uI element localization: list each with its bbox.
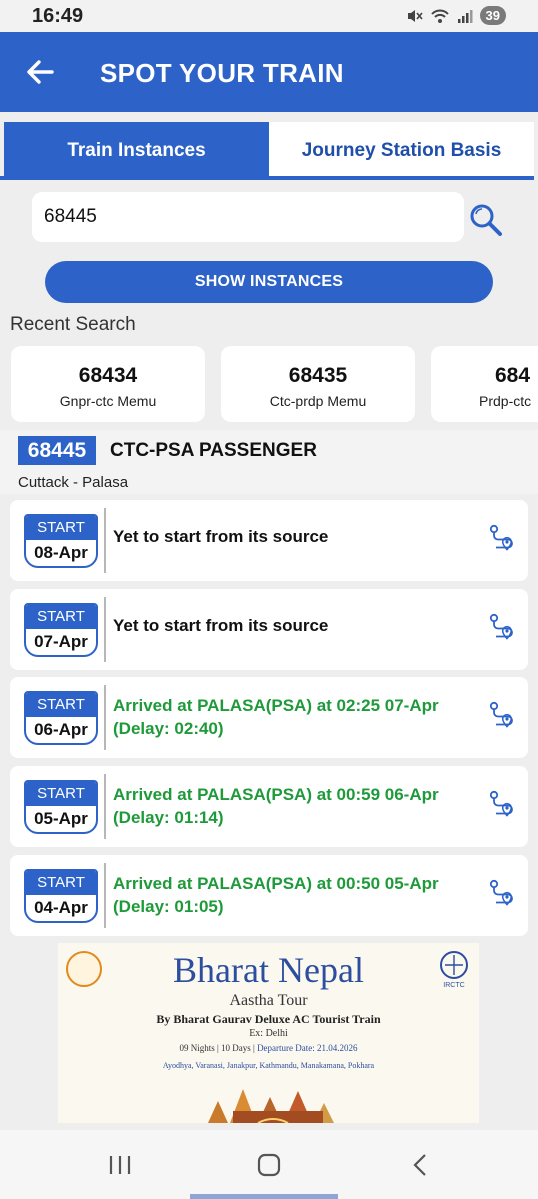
card-divider [104,774,106,839]
start-label: START [26,605,96,629]
recent-train-name: Prdp-ctc [479,393,532,409]
home-icon[interactable] [249,1150,289,1180]
instance-card[interactable]: START 08-Apr Yet to start from its sourc… [10,500,528,581]
recent-train-name: Ctc-prdp Memu [269,393,367,409]
wifi-icon [430,9,449,23]
show-instances-button[interactable]: SHOW INSTANCES [45,261,493,303]
banner-title: Bharat Nepal [173,950,364,990]
train-number-badge: 68445 [18,436,96,465]
back-chevron-icon[interactable] [400,1150,440,1180]
instance-status: Arrived at PALASA(PSA) at 00:50 05-Apr (… [113,872,483,918]
status-line: Yet to start from its source [113,527,329,546]
tab-underline [0,176,534,180]
start-date-box: START 04-Apr [24,869,98,923]
card-divider [104,597,106,662]
status-line: Arrived at PALASA(PSA) at 02:25 07-Apr [113,696,439,715]
battery-indicator: 39 [479,6,506,25]
recent-search-card[interactable]: 68435 Ctc-prdp Memu [221,346,415,422]
route-map-icon[interactable] [488,524,520,556]
train-header: 68445 CTC-PSA PASSENGER Cuttack - Palasa [0,430,538,494]
route-map-icon[interactable] [488,879,520,911]
instance-card[interactable]: START 05-Apr Arrived at PALASA(PSA) at 0… [10,766,528,847]
recent-train-number: 684 [495,364,531,387]
start-label: START [26,871,96,895]
status-icons: 39 [407,6,506,25]
tab-train-instances[interactable]: Train Instances [4,122,269,180]
start-date-box: START 08-Apr [24,514,98,568]
start-date: 05-Apr [34,809,88,828]
system-nav-bar [0,1130,538,1199]
instance-status: Arrived at PALASA(PSA) at 00:59 06-Apr (… [113,783,483,829]
card-divider [104,508,106,573]
instance-status: Arrived at PALASA(PSA) at 02:25 07-Apr (… [113,694,483,740]
recent-train-number: 68435 [288,364,348,387]
recent-search-label: Recent Search [10,314,136,335]
instance-status: Yet to start from its source [113,525,483,548]
recent-train-number: 68434 [78,364,138,387]
train-route: Cuttack - Palasa [18,474,129,491]
card-divider [104,863,106,928]
start-date-box: START 07-Apr [24,603,98,657]
page-title: SPOT YOUR TRAIN [100,58,344,88]
delay-line: (Delay: 01:14) [113,808,224,827]
instance-card[interactable]: START 07-Apr Yet to start from its sourc… [10,589,528,670]
start-date-box: START 06-Apr [24,691,98,745]
train-number-input[interactable] [44,204,454,230]
banner-duration: 09 Nights | 10 Days | [179,1043,258,1053]
banner-origin: Ex: Delhi [249,1028,288,1039]
status-line: Arrived at PALASA(PSA) at 00:59 06-Apr [113,785,439,804]
magnifier-icon[interactable] [468,202,504,238]
arrow-left-icon[interactable] [22,54,58,90]
tab-bar: Train Instances Journey Station Basis [4,122,534,180]
start-date: 04-Apr [34,898,88,917]
app-bar: SPOT YOUR TRAIN [0,32,538,112]
delay-line: (Delay: 01:05) [113,897,224,916]
train-number-field [32,192,464,242]
instance-card[interactable]: START 06-Apr Arrived at PALASA(PSA) at 0… [10,677,528,758]
banner-subtitle: Aastha Tour [229,992,308,1009]
instance-card[interactable]: START 04-Apr Arrived at PALASA(PSA) at 0… [10,855,528,936]
temple-illustration [208,1089,334,1123]
banner-departure: Departure Date: 21.04.2026 [257,1043,358,1053]
recent-search-card[interactable]: 684 Prdp-ctc [431,346,538,422]
route-map-icon[interactable] [488,613,520,645]
status-line: Yet to start from its source [113,616,329,635]
delay-line: (Delay: 02:40) [113,719,224,738]
banner-dates: 09 Nights | 10 Days | Departure Date: 21… [58,1043,479,1053]
signal-icon [457,9,473,23]
train-name: CTC-PSA PASSENGER [110,440,317,461]
status-line: Arrived at PALASA(PSA) at 00:50 05-Apr [113,874,439,893]
start-label: START [26,516,96,540]
status-time: 16:49 [32,5,84,27]
start-label: START [26,782,96,806]
recents-icon[interactable] [100,1150,140,1180]
recent-train-name: Gnpr-ctc Memu [59,393,157,409]
card-divider [104,685,106,750]
recent-search-card[interactable]: 68434 Gnpr-ctc Memu [11,346,205,422]
start-date: 06-Apr [34,720,88,739]
ad-banner[interactable]: IRCTC Bharat Nepal Aastha Tour By Bharat… [58,943,479,1123]
banner-destinations: Ayodhya, Varanasi, Janakpur, Kathmandu, … [162,1061,375,1070]
start-label: START [26,693,96,717]
status-bar: 16:49 39 [0,0,538,32]
start-date-box: START 05-Apr [24,780,98,834]
nav-bar-peek [190,1194,338,1199]
banner-train-line: By Bharat Gaurav Deluxe AC Tourist Train [156,1012,381,1026]
start-date: 07-Apr [34,632,88,651]
tab-journey-station-basis[interactable]: Journey Station Basis [269,122,534,180]
instance-status: Yet to start from its source [113,614,483,637]
route-map-icon[interactable] [488,790,520,822]
start-date: 08-Apr [34,543,88,562]
mute-icon [407,9,423,22]
route-map-icon[interactable] [488,701,520,733]
